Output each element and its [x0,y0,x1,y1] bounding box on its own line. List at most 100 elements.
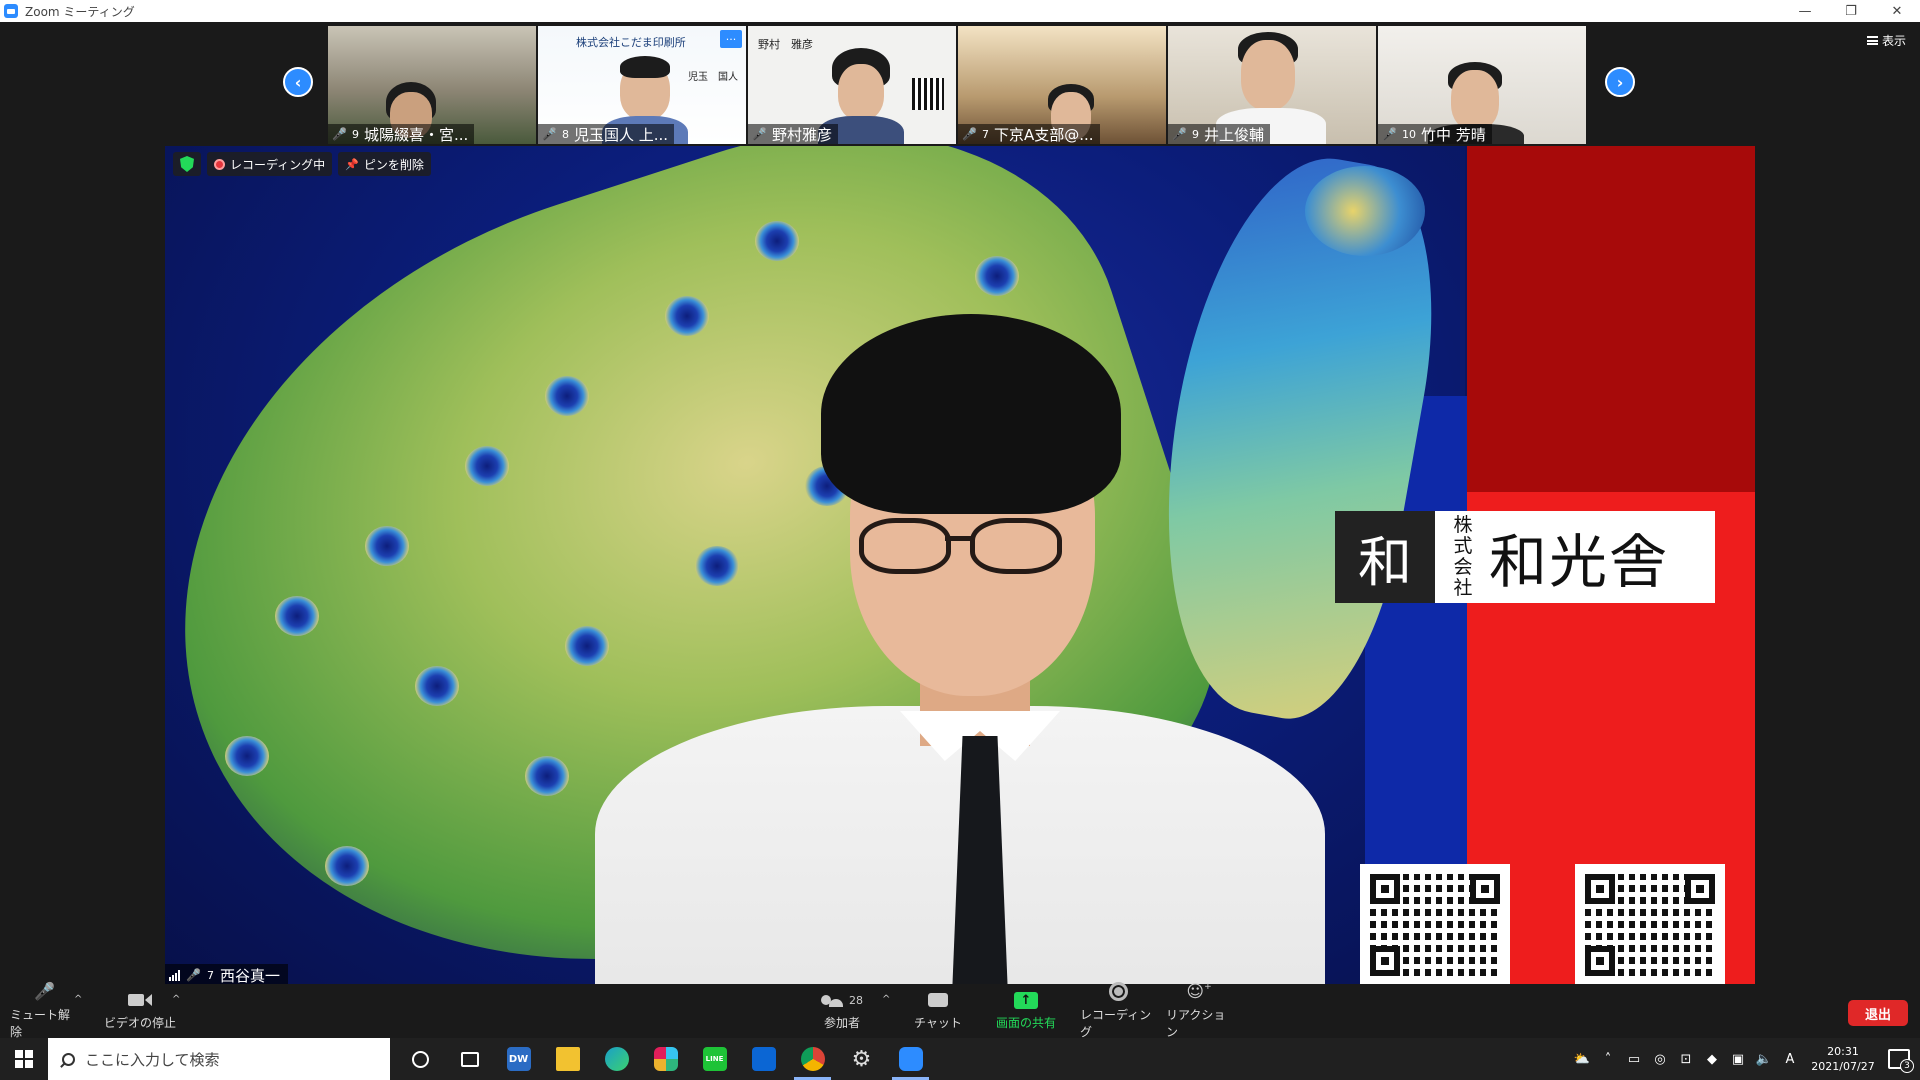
participant-count: 8 [561,127,569,141]
weather-icon[interactable]: ⛅ [1574,1051,1590,1067]
peacock-eye-spot [525,756,569,796]
presenter-glasses [859,518,951,574]
mic-off-icon: 🎤 [962,127,977,141]
taskbar-app-edge[interactable] [592,1038,641,1080]
taskbar-app-chrome[interactable] [788,1038,837,1080]
record-button[interactable]: レコーディング [1080,982,1156,1039]
peacock-eye-spot [275,596,319,636]
participant-count: 9 [351,127,359,141]
taskbar-app-slack[interactable] [641,1038,690,1080]
unpin-button[interactable]: 📌 ピンを削除 [338,152,431,176]
taskbar-clock[interactable]: 20:31 2021/07/27 [1808,1044,1878,1074]
security-indicator[interactable] [173,152,201,176]
clock-time: 20:31 [1827,1045,1859,1058]
cortana-icon [412,1050,429,1068]
mic-off-icon: 🎤 [1172,127,1187,141]
cortana-button[interactable] [396,1038,445,1080]
peacock-eye-spot [695,546,739,586]
participant-count: 7 [981,127,989,141]
qr-code-image [1360,864,1510,986]
participant-name-tag: 🎤 8 児玉国人 上... [538,124,675,144]
speaker-name: 西谷真一 [219,966,280,985]
restore-button[interactable]: ❐ [1828,0,1874,22]
participant-name-tag: 🎤 10 竹中 芳晴 [1378,124,1492,144]
stop-video-label: ビデオの停止 [103,1016,176,1030]
taskbar-app-dw[interactable]: DW [494,1038,543,1080]
logo-company-name: 和光舎 [1489,528,1670,596]
taskbar-app-line[interactable]: LINE [690,1038,739,1080]
minimize-button[interactable]: — [1782,0,1828,22]
zoom-app-icon [4,4,18,18]
peacock-eye-spot [665,296,709,336]
gallery-strip: 🎤 9 城陽綴喜・宮... 株式会社こだま印刷所 児玉 国人 ··· 🎤 8 児… [328,26,1586,144]
participant-hair [620,56,670,78]
task-view-button[interactable] [445,1038,494,1080]
participant-tile[interactable]: 株式会社こだま印刷所 児玉 国人 ··· 🎤 8 児玉国人 上... [538,26,746,144]
participant-name: 竹中 芳晴 [1420,125,1486,144]
chevron-up-icon[interactable]: ˄ [1600,1051,1616,1067]
participants-label: 参加者 [823,1016,860,1030]
notification-center-button[interactable]: 3 [1888,1049,1914,1073]
view-options-label: 表示 [1881,34,1906,48]
leave-meeting-button[interactable]: 退出 [1848,1000,1908,1026]
taskbar-app-zoom[interactable] [886,1038,935,1080]
participant-name: 城陽綴喜・宮... [363,125,469,144]
recording-indicator[interactable]: レコーディング中 [207,152,333,176]
reactions-button[interactable]: ☺ + リアクション [1166,982,1232,1039]
chat-button[interactable]: チャット [910,984,966,1038]
company-logo: 和 株式会社 和光舎 [1335,511,1715,603]
dropbox-icon[interactable]: ◆ [1704,1051,1720,1067]
search-icon [62,1052,75,1066]
presenter-hair [821,314,1121,514]
edge-icon [604,1047,629,1071]
security-tray-icon[interactable]: ◎ [1652,1051,1668,1067]
share-screen-button[interactable]: ↑ 画面の共有 [990,984,1062,1038]
speaker-icon[interactable]: 🔈 [1756,1051,1772,1067]
participant-count: 10 [1401,127,1416,141]
slack-icon [653,1047,678,1071]
close-button[interactable]: ✕ [1874,0,1920,22]
participant-tile[interactable]: 🎤 10 竹中 芳晴 [1378,26,1586,144]
presenter-glasses-bridge [945,536,975,541]
folder-icon [555,1047,580,1071]
trello-icon [751,1047,776,1071]
taskbar-app-settings[interactable]: ⚙ [837,1038,886,1080]
shield-icon [180,156,194,172]
taskbar-app-explorer[interactable] [543,1038,592,1080]
participants-button[interactable]: 28 参加者 [805,984,879,1038]
zoom-icon [898,1047,923,1071]
stop-video-button[interactable]: ビデオの停止 [100,984,180,1038]
peacock-eye-spot [365,526,409,566]
audio-options-caret[interactable]: ^ [74,994,82,1005]
system-tray: ⛅ ˄ ▭ ◎ ⊡ ◆ ▣ 🔈 A 20:31 2021/07/27 3 [1574,1038,1920,1080]
chat-label: チャット [914,1016,962,1030]
speaker-count: 7 [206,968,214,982]
participant-tile[interactable]: 🎤 9 井上俊輔 [1168,26,1376,144]
ime-indicator[interactable]: A [1782,1051,1798,1067]
view-options-button[interactable]: 表示 [1866,32,1906,49]
taskbar-search-input[interactable]: ここに入力して検索 [48,1038,390,1080]
gallery-next-button[interactable]: › [1605,67,1635,97]
monitor-icon[interactable]: ▣ [1730,1051,1746,1067]
device-icon[interactable]: ▭ [1626,1051,1642,1067]
mic-off-icon: 🎤 [542,127,557,141]
participant-tile[interactable]: 野村 雅彦 🎤 野村雅彦 [748,26,956,144]
meeting-toolbar: 🎤 ミュート解除 ^ ビデオの停止 ^ 28 参加者 ^ チャット ↑ 画面の共… [0,982,1920,1039]
mic-off-icon: 🎤 [1382,127,1397,141]
start-button[interactable] [0,1038,48,1080]
line-icon: LINE [702,1047,727,1071]
active-speaker-video[interactable]: 和 株式会社 和光舎 レコーディング中 📌 ピンを削除 🎤 7 西谷真一 [165,146,1755,986]
participants-options-caret[interactable]: ^ [882,994,890,1005]
participant-face [838,64,884,120]
network-icon[interactable]: ⊡ [1678,1051,1694,1067]
taskbar-app-trello[interactable] [739,1038,788,1080]
unmute-button[interactable]: 🎤 ミュート解除 [10,982,80,1039]
participant-tile[interactable]: 🎤 7 下京A支部@... [958,26,1166,144]
video-options-caret[interactable]: ^ [172,994,180,1005]
gallery-prev-button[interactable]: ‹ [283,67,313,97]
unmute-label: ミュート解除 [10,1007,71,1039]
participant-tile[interactable]: 🎤 9 城陽綴喜・宮... [328,26,536,144]
business-card-person: 野村 雅彦 [758,38,813,51]
recording-label: レコーディング中 [230,157,326,172]
more-options-button[interactable]: ··· [720,30,742,48]
